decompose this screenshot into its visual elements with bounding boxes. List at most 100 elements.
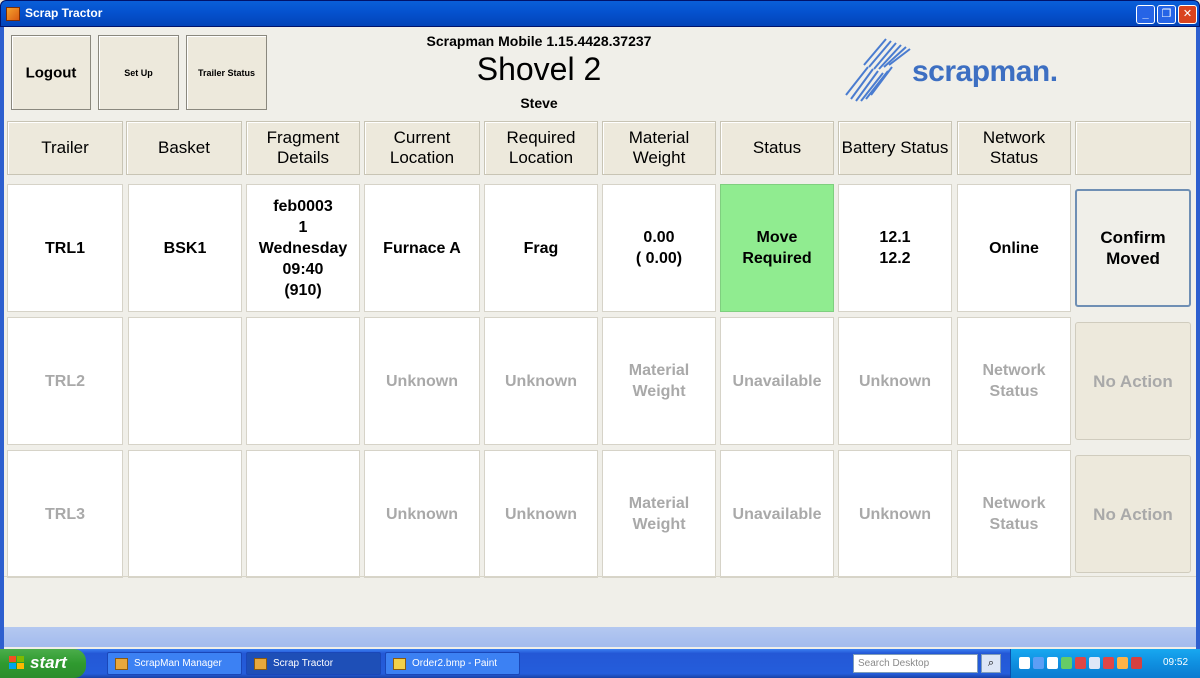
row2-status: Unavailable	[720, 317, 834, 445]
row1-trailer[interactable]: TRL1	[7, 184, 123, 312]
row1-required-location: Frag	[484, 184, 598, 312]
row3-network: Network Status	[957, 450, 1071, 578]
paint-icon	[393, 658, 406, 670]
row3-trailer[interactable]: TRL3	[7, 450, 123, 578]
app-icon	[254, 658, 267, 670]
row1-network: Online	[957, 184, 1071, 312]
weight-label-1: Material	[628, 495, 690, 512]
tray-icon[interactable]	[1019, 657, 1030, 669]
fragment-day: Wednesday	[258, 239, 348, 257]
row2-trailer[interactable]: TRL2	[7, 317, 123, 445]
tray-icon[interactable]	[1103, 657, 1114, 669]
row3-battery: Unknown	[838, 450, 952, 578]
row3-current-location: Unknown	[364, 450, 480, 578]
row3-status: Unavailable	[720, 450, 834, 578]
trailer-status-label: Trailer Status	[197, 67, 256, 78]
task-label: Scrap Tractor	[273, 658, 334, 669]
task-label: Order2.bmp - Paint	[412, 658, 498, 669]
tray-icon[interactable]	[1061, 657, 1072, 669]
column-header-basket: Basket	[126, 121, 242, 175]
clock: 09:52	[1163, 657, 1189, 668]
taskbar: start ScrapMan Manager Scrap Tractor Ord…	[0, 649, 1200, 678]
row2-network: Network Status	[957, 317, 1071, 445]
status-line2: Required	[742, 250, 812, 267]
maximize-button[interactable]: ❐	[1157, 5, 1176, 24]
window-title: Scrap Tractor	[25, 6, 103, 20]
row2-material-weight: Material Weight	[602, 317, 716, 445]
column-header-battery: Battery Status	[838, 121, 952, 175]
row1-basket[interactable]: BSK1	[128, 184, 242, 312]
app-icon	[115, 658, 128, 670]
column-header-action	[1075, 121, 1191, 175]
weight-label-1: Material	[628, 362, 690, 379]
row3-fragment	[246, 450, 360, 578]
row1-status: Move Required	[720, 184, 834, 312]
row1-fragment: feb0003 1 Wednesday 09:40 (910)	[246, 184, 360, 312]
column-header-required-location: Required Location	[484, 121, 598, 175]
title-bar: Scrap Tractor _ ❐ ✕	[0, 0, 1200, 27]
battery-value-2: 12.2	[879, 250, 911, 267]
tray-icon[interactable]	[1131, 657, 1142, 669]
confirm-moved-button[interactable]: Confirm Moved	[1075, 189, 1191, 307]
setup-button[interactable]: Set Up	[98, 35, 179, 110]
tray-icon[interactable]	[1089, 657, 1100, 669]
search-icon[interactable]: ⌕	[981, 654, 1001, 673]
logout-button[interactable]: Logout	[11, 35, 91, 110]
row3-basket[interactable]	[128, 450, 242, 578]
row2-required-location: Unknown	[484, 317, 598, 445]
task-paint[interactable]: Order2.bmp - Paint	[385, 652, 520, 675]
trailer-status-button[interactable]: Trailer Status	[186, 35, 267, 110]
minimize-button[interactable]: _	[1136, 5, 1155, 24]
row2-basket[interactable]	[128, 317, 242, 445]
column-header-trailer: Trailer	[7, 121, 123, 175]
column-header-current-location: Current Location	[364, 121, 480, 175]
status-line1: Move	[756, 229, 798, 246]
setup-label: Set Up	[124, 67, 153, 78]
logo-text: scrapman.	[912, 55, 1058, 88]
close-button[interactable]: ✕	[1178, 5, 1197, 24]
row3-required-location: Unknown	[484, 450, 598, 578]
operator-name: Steve	[520, 95, 558, 111]
logo-mark-icon	[845, 38, 911, 102]
windows-logo-icon	[9, 656, 25, 671]
app-icon	[6, 7, 20, 21]
row3-material-weight: Material Weight	[602, 450, 716, 578]
weight-label-2: Weight	[632, 383, 686, 400]
row2-no-action-button: No Action	[1075, 322, 1191, 440]
fragment-code: (910)	[284, 281, 322, 299]
content-divider	[4, 576, 1196, 577]
start-button[interactable]: start	[0, 649, 86, 678]
app-version: Scrapman Mobile 1.15.4428.37237	[426, 33, 652, 49]
tray-icon[interactable]	[1033, 657, 1044, 669]
logout-label: Logout	[25, 64, 77, 81]
weight-value: 0.00	[643, 229, 675, 246]
app-content: Logout Set Up Trailer Status Scrapman Mo…	[0, 27, 1200, 649]
search-desktop-input[interactable]: Search Desktop	[853, 654, 978, 673]
column-header-status: Status	[720, 121, 834, 175]
fragment-time: 09:40	[282, 260, 324, 278]
row2-current-location: Unknown	[364, 317, 480, 445]
fragment-seq: 1	[298, 218, 308, 236]
battery-value-1: 12.1	[879, 229, 911, 246]
task-scrap-tractor[interactable]: Scrap Tractor	[246, 652, 381, 675]
tray-icon[interactable]	[1117, 657, 1128, 669]
task-scrapman-manager[interactable]: ScrapMan Manager	[107, 652, 242, 675]
task-label: ScrapMan Manager	[134, 658, 222, 669]
scrapman-logo: scrapman.	[842, 37, 1082, 107]
column-header-fragment: Fragment Details	[246, 121, 360, 175]
status-strip	[4, 627, 1196, 647]
row1-battery: 12.1 12.2	[838, 184, 952, 312]
column-header-material-weight: Material Weight	[602, 121, 716, 175]
column-header-network: Network Status	[957, 121, 1071, 175]
weight-label-2: Weight	[632, 516, 686, 533]
row3-no-action-button: No Action	[1075, 455, 1191, 573]
start-label: start	[30, 653, 67, 672]
row2-battery: Unknown	[838, 317, 952, 445]
row2-fragment	[246, 317, 360, 445]
row1-current-location: Furnace A	[364, 184, 480, 312]
fragment-id: feb0003	[273, 197, 333, 215]
tray-icon[interactable]	[1047, 657, 1058, 669]
row1-material-weight: 0.00 ( 0.00)	[602, 184, 716, 312]
tray-icon[interactable]	[1075, 657, 1086, 669]
page-title: Shovel 2	[476, 51, 602, 87]
